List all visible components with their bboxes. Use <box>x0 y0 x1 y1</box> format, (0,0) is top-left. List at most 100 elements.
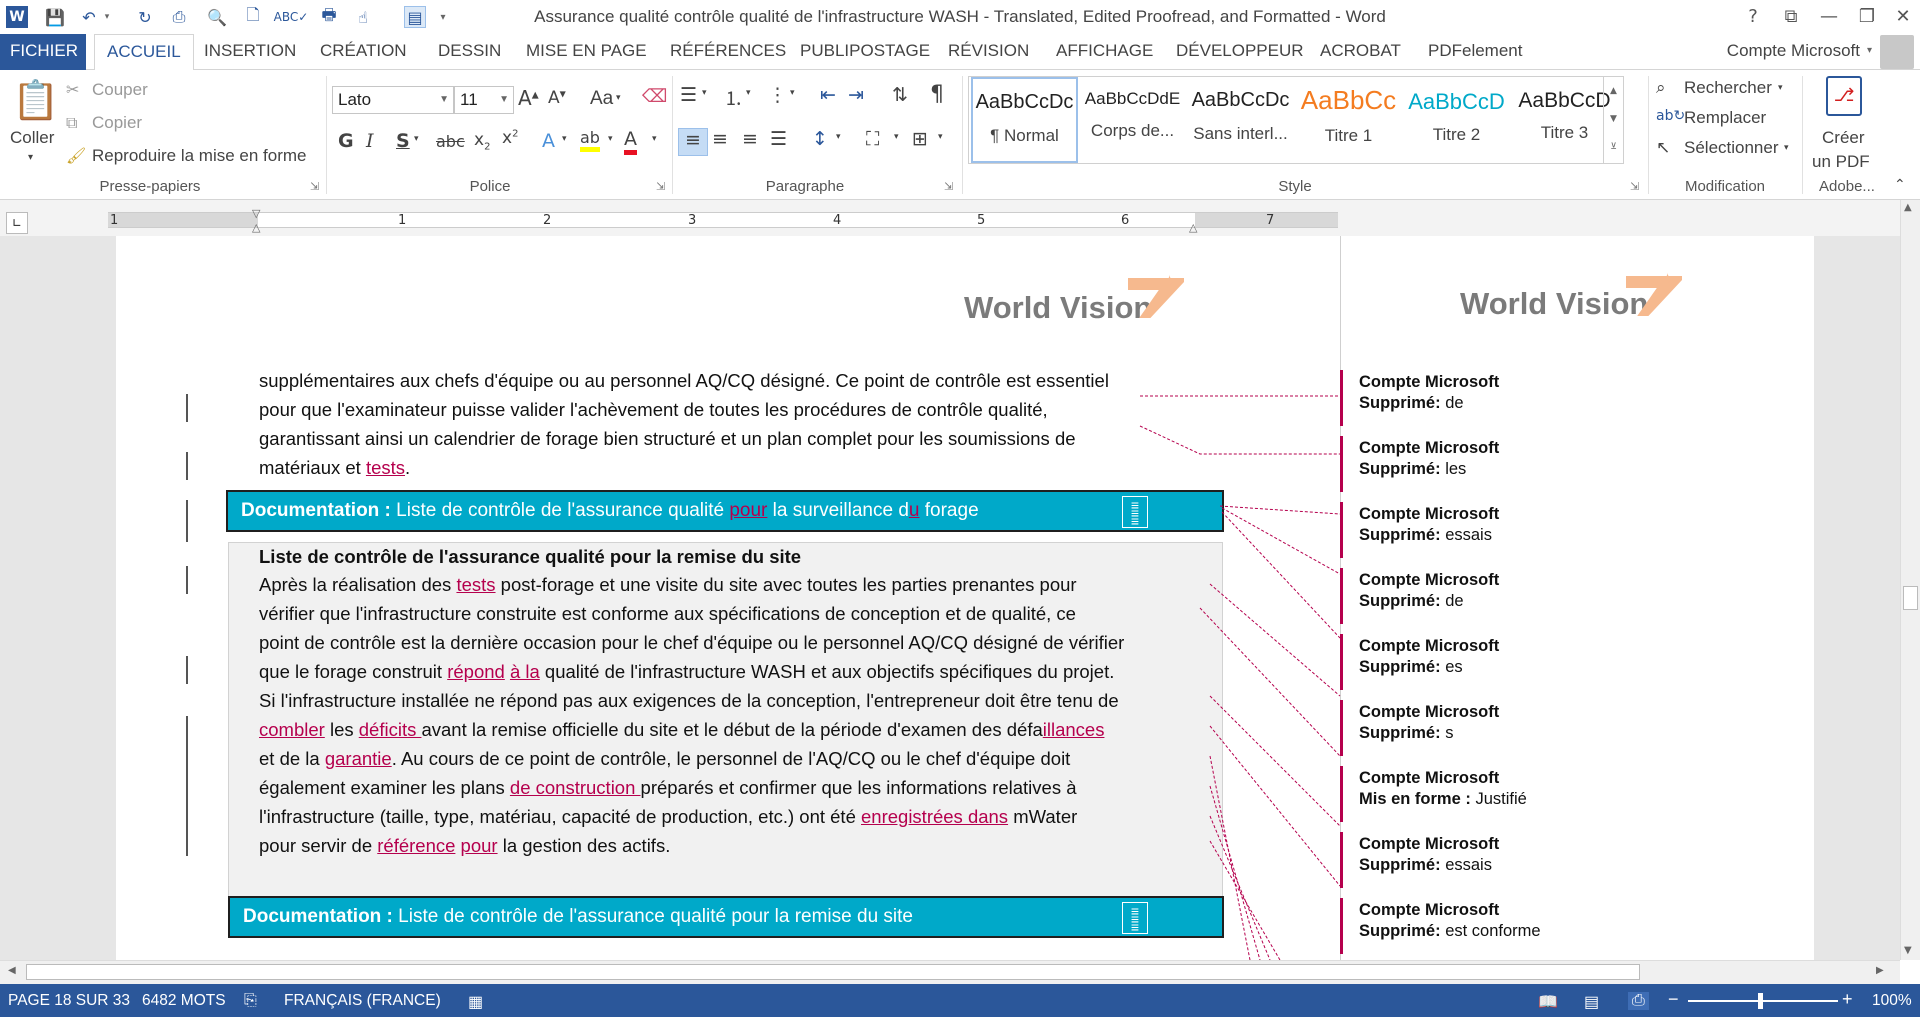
tab-dessin[interactable]: DESSIN <box>438 34 501 70</box>
word-count[interactable]: 6482 MOTS <box>142 992 226 1010</box>
right-indent-marker[interactable]: △ <box>1189 221 1197 234</box>
change-case-button[interactable]: Aa <box>590 88 613 110</box>
shading-icon[interactable]: ⛶ <box>866 128 879 150</box>
paste-dropdown-icon[interactable]: ▾ <box>28 152 33 163</box>
tab-developpeur[interactable]: DÉVELOPPEUR <box>1176 34 1304 70</box>
help-button[interactable]: ? <box>1738 4 1768 30</box>
tab-acrobat[interactable]: ACROBAT <box>1320 34 1401 70</box>
font-size-combo[interactable]: 11 ▼ <box>454 86 514 114</box>
select-button[interactable]: Sélectionner <box>1684 138 1779 158</box>
revision-balloon[interactable]: Compte Microsoft Supprimé: s <box>1340 700 1814 756</box>
revision-balloon[interactable]: Compte Microsoft Supprimé: essais <box>1340 832 1814 888</box>
align-left-icon[interactable]: ≡ <box>678 128 708 156</box>
paste-button[interactable]: Coller <box>10 128 54 148</box>
grow-font-icon[interactable]: A▲ <box>518 86 539 110</box>
line-spacing-dropdown-icon[interactable]: ▾ <box>836 132 841 142</box>
numbering-icon[interactable]: ⒈ <box>724 84 743 111</box>
more-styles-icon[interactable]: ⊻ <box>1604 133 1623 161</box>
tab-selector-icon[interactable]: ∟ <box>6 212 28 234</box>
style-sans-interligne[interactable]: AaBbCcDc Sans interl... <box>1187 77 1294 163</box>
tab-creation[interactable]: CRÉATION <box>320 34 407 70</box>
create-pdf-icon[interactable]: ⎇ <box>1826 76 1862 116</box>
change-case-dropdown-icon[interactable]: ▾ <box>616 92 621 103</box>
tab-revision[interactable]: RÉVISION <box>948 34 1029 70</box>
clipboard-launcher-icon[interactable]: ⇲ <box>310 180 319 193</box>
find-dropdown-icon[interactable]: ▾ <box>1778 82 1783 93</box>
first-line-indent-marker[interactable]: ▽ <box>252 207 260 220</box>
bold-icon[interactable]: G <box>338 130 354 152</box>
bullets-icon[interactable]: ☰ <box>680 84 697 106</box>
cut-button[interactable]: Couper <box>92 80 148 100</box>
strikethrough-icon[interactable]: abc <box>436 132 465 151</box>
text-effects-dropdown-icon[interactable]: ▾ <box>562 134 567 144</box>
styles-scroll[interactable]: ▲ ▼ ⊻ <box>1603 77 1623 163</box>
style-corps[interactable]: AaBbCcDdE Corps de... <box>1079 77 1186 163</box>
decrease-indent-icon[interactable]: ⇤ <box>820 84 836 106</box>
style-normal[interactable]: AaBbCcDc ¶ Normal <box>971 77 1078 163</box>
left-indent-marker[interactable]: △ <box>252 221 260 234</box>
format-painter-button[interactable]: Reproduire la mise en forme <box>92 146 306 166</box>
text-effects-icon[interactable]: A <box>542 130 555 152</box>
style-titre-3[interactable]: AaBbCcD Titre 3 <box>1511 77 1618 163</box>
shrink-font-icon[interactable]: A▼ <box>548 88 566 108</box>
zoom-level[interactable]: 100% <box>1872 992 1912 1010</box>
clear-formatting-icon[interactable]: ⌫ <box>642 86 667 107</box>
borders-icon[interactable]: ⊞ <box>912 128 928 150</box>
chevron-up-icon[interactable]: ▲ <box>1604 77 1623 105</box>
numbering-dropdown-icon[interactable]: ▾ <box>746 88 751 98</box>
tab-references[interactable]: RÉFÉRENCES <box>670 34 786 70</box>
font-color-dropdown-icon[interactable]: ▾ <box>652 134 657 144</box>
style-titre-1[interactable]: AaBbCc Titre 1 <box>1295 77 1402 163</box>
style-titre-2[interactable]: AaBbCcD Titre 2 <box>1403 77 1510 163</box>
horizontal-scrollbar[interactable]: ◀ ▶ <box>0 960 1900 984</box>
font-launcher-icon[interactable]: ⇲ <box>656 180 665 193</box>
highlight-dropdown-icon[interactable]: ▾ <box>608 134 613 144</box>
justify-icon[interactable]: ☰ <box>770 128 787 150</box>
account-name[interactable]: Compte Microsoft <box>1727 34 1860 70</box>
tab-affichage[interactable]: AFFICHAGE <box>1056 34 1153 70</box>
horizontal-ruler[interactable]: 1 1 2 3 4 5 6 7 ▽ △ △ <box>108 207 1338 234</box>
horizontal-scroll-thumb[interactable] <box>26 964 1640 980</box>
proofing-icon[interactable]: ⎘ <box>244 992 257 1010</box>
revision-balloon[interactable]: Compte Microsoft Supprimé: les <box>1340 436 1814 492</box>
align-right-icon[interactable]: ≡ <box>742 128 758 150</box>
scroll-down-icon[interactable]: ▼ <box>1904 945 1912 956</box>
font-name-combo[interactable]: Lato ▼ <box>332 86 454 114</box>
multilevel-dropdown-icon[interactable]: ▾ <box>790 88 795 98</box>
sort-icon[interactable]: ⇅ <box>892 84 908 106</box>
minimize-icon[interactable]: — <box>1814 4 1844 30</box>
avatar[interactable] <box>1880 35 1914 69</box>
superscript-icon[interactable]: x2 <box>502 128 518 148</box>
vertical-scrollbar[interactable]: ▲ ▼ <box>1900 200 1920 960</box>
paste-icon[interactable]: 📋 <box>12 78 59 123</box>
chevron-down-icon[interactable]: ▼ <box>1604 105 1623 133</box>
macro-record-icon[interactable]: ▦ <box>468 992 483 1012</box>
tab-accueil[interactable]: ACCUEIL <box>94 34 194 71</box>
highlight-icon[interactable]: ab <box>580 128 600 152</box>
revision-balloon[interactable]: Compte Microsoft Supprimé: de <box>1340 568 1814 624</box>
scroll-right-icon[interactable]: ▶ <box>1876 965 1884 976</box>
zoom-slider[interactable] <box>1688 1000 1838 1002</box>
language-indicator[interactable]: FRANÇAIS (FRANCE) <box>284 992 441 1010</box>
italic-icon[interactable]: I <box>366 130 374 152</box>
account-dropdown-icon[interactable]: ▾ <box>1867 34 1872 68</box>
revision-balloon[interactable]: Compte Microsoft Supprimé: es <box>1340 634 1814 690</box>
revision-balloon[interactable]: Compte Microsoft Supprimé: est conforme <box>1340 898 1814 954</box>
select-dropdown-icon[interactable]: ▾ <box>1784 142 1789 153</box>
replace-button[interactable]: Remplacer <box>1684 108 1766 128</box>
vertical-scroll-thumb[interactable] <box>1903 586 1918 610</box>
revision-balloon[interactable]: Compte Microsoft Supprimé: de <box>1340 370 1814 426</box>
borders-dropdown-icon[interactable]: ▾ <box>938 132 943 142</box>
create-pdf-button-line2[interactable]: un PDF <box>1812 152 1870 172</box>
copy-button[interactable]: Copier <box>92 113 142 133</box>
tab-fichier[interactable]: FICHIER <box>0 34 86 70</box>
shading-dropdown-icon[interactable]: ▾ <box>894 132 899 142</box>
subscript-icon[interactable]: x2 <box>474 130 490 152</box>
scroll-left-icon[interactable]: ◀ <box>8 965 16 976</box>
increase-indent-icon[interactable]: ⇥ <box>848 84 864 106</box>
scroll-up-icon[interactable]: ▲ <box>1904 202 1912 213</box>
tab-pdfelement[interactable]: PDFelement <box>1428 34 1522 70</box>
print-layout-view-icon[interactable]: ▤ <box>1584 992 1599 1012</box>
underline-icon[interactable]: S <box>396 130 410 152</box>
close-icon[interactable]: ✕ <box>1888 4 1918 30</box>
